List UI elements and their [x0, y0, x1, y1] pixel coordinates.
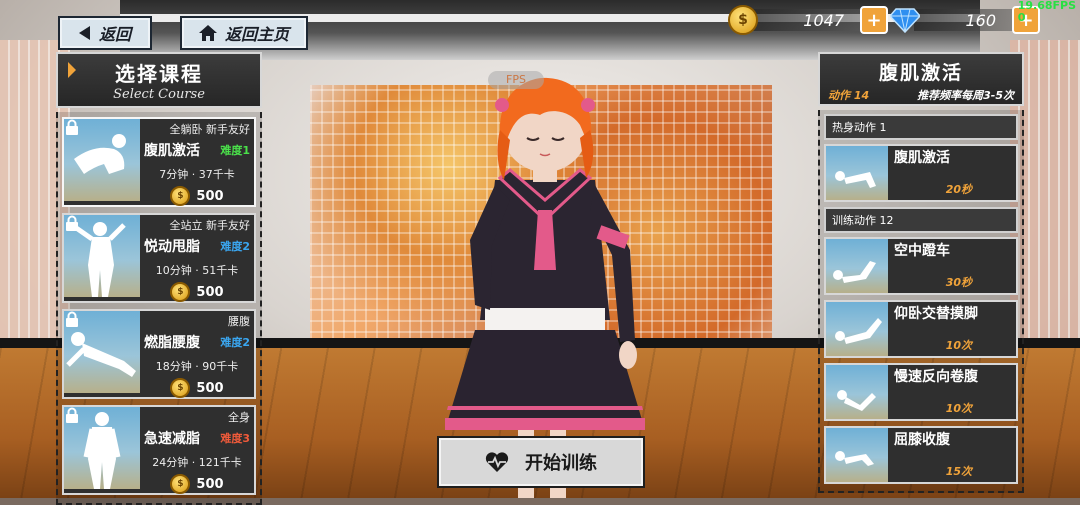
heartbeat-icon — [485, 452, 509, 472]
course-name: 急速减脂 — [144, 431, 200, 447]
action-duration: 10次 — [945, 402, 972, 415]
coin-amount: 1047 — [752, 9, 864, 31]
course-price: 500 — [196, 188, 224, 204]
action-name: 屈膝收腹 — [894, 432, 950, 448]
lock-icon — [66, 215, 78, 231]
action-thumbnail — [826, 428, 888, 482]
action-list[interactable]: 热身动作 1 腹肌激活 20秒 训练动作 12 空中蹬车 30秒 仰卧交替摸脚 10次… — [818, 110, 1024, 493]
gem-amount: 160 — [914, 9, 1016, 31]
action-duration: 30秒 — [945, 276, 972, 289]
action-thumbnail — [826, 239, 888, 293]
course-name: 悦动甩脂 — [144, 239, 200, 255]
lock-icon — [66, 119, 78, 135]
coin-icon: $ — [170, 474, 191, 494]
course-info: 全站立 新手友好 悦动甩脂 难度2 10分钟 · 51千卡 $500 — [140, 215, 254, 302]
fps-count: 0 — [1017, 11, 1026, 24]
course-info: 全身 急速减脂 难度3 24分钟 · 121千卡 $500 — [140, 407, 254, 494]
action-duration: 20秒 — [945, 183, 972, 196]
course-thumbnail — [64, 215, 140, 297]
training-section-label: 训练动作 12 — [824, 207, 1018, 233]
home-button[interactable]: 返回主页 — [180, 16, 308, 50]
lock-icon — [66, 407, 78, 423]
course-card[interactable]: 全身 急速减脂 难度3 24分钟 · 121千卡 $500 — [62, 405, 256, 495]
course-price: 500 — [196, 476, 224, 492]
course-info: 全躺卧 新手友好 腹肌激活 难度1 7分钟 · 37千卡 $500 — [140, 119, 254, 206]
home-icon — [198, 25, 217, 41]
back-label: 返回 — [98, 25, 131, 44]
add-coins-button[interactable]: + — [860, 6, 888, 34]
diamond-icon — [890, 8, 920, 33]
course-meta: 18分钟 · 90千卡 — [155, 360, 239, 373]
course-panel-subtitle: Select Course — [113, 87, 205, 102]
coin-currency: $ 1047 + — [728, 5, 888, 35]
action-thumbnail — [826, 365, 888, 419]
lock-icon — [66, 311, 78, 327]
coin-icon: $ — [170, 378, 191, 398]
header-triangle-icon — [68, 62, 76, 78]
action-name: 腹肌激活 — [894, 150, 950, 166]
start-training-label: 开始训练 — [525, 453, 597, 474]
coin-icon: $ — [170, 186, 191, 206]
anime-character[interactable] — [430, 70, 660, 498]
course-difficulty: 难度2 — [220, 336, 250, 349]
fps-value: 19.68FPS — [1017, 0, 1076, 12]
course-price: 500 — [196, 284, 224, 300]
detail-header: 腹肌激活 动作 14 推荐频率每周3-5次 — [818, 52, 1024, 106]
action-name: 仰卧交替摸脚 — [894, 306, 978, 322]
course-meta: 24分钟 · 121千卡 — [152, 456, 242, 469]
course-card[interactable]: 腰腹 燃脂腰腹 难度2 18分钟 · 90千卡 $500 — [62, 309, 256, 399]
recommended-frequency: 推荐频率每周3-5次 — [917, 89, 1014, 102]
course-price: 500 — [196, 380, 224, 396]
course-thumbnail — [64, 311, 140, 393]
course-meta: 7分钟 · 37千卡 — [159, 168, 235, 181]
course-thumbnail — [64, 119, 140, 201]
action-name: 慢速反向卷腹 — [894, 369, 978, 385]
course-name: 燃脂腰腹 — [144, 335, 200, 351]
course-panel-header: 选择课程 Select Course — [56, 52, 262, 108]
course-difficulty: 难度1 — [220, 144, 250, 157]
course-card[interactable]: 全躺卧 新手友好 腹肌激活 难度1 7分钟 · 37千卡 $500 — [62, 117, 256, 207]
coin-icon: $ — [170, 282, 191, 302]
course-meta: 10分钟 · 51千卡 — [155, 264, 239, 277]
course-difficulty: 难度2 — [220, 240, 250, 253]
coin-icon: $ — [728, 5, 758, 35]
action-duration: 10次 — [945, 339, 972, 352]
action-item[interactable]: 慢速反向卷腹 10次 — [824, 363, 1018, 421]
course-difficulty: 难度3 — [220, 432, 250, 445]
course-tags: 全站立 新手友好 — [169, 219, 251, 232]
action-count: 动作 14 — [828, 89, 870, 102]
action-name: 空中蹬车 — [894, 243, 950, 259]
start-training-button[interactable]: 开始训练 — [437, 436, 645, 488]
action-item[interactable]: 空中蹬车 30秒 — [824, 237, 1018, 295]
action-item[interactable]: 腹肌激活 20秒 — [824, 144, 1018, 202]
course-info: 腰腹 燃脂腰腹 难度2 18分钟 · 90千卡 $500 — [140, 311, 254, 398]
course-tags: 腰腹 — [228, 315, 250, 328]
home-label: 返回主页 — [224, 25, 289, 44]
course-tags: 全身 — [228, 411, 250, 424]
course-card[interactable]: 全站立 新手友好 悦动甩脂 难度2 10分钟 · 51千卡 $500 — [62, 213, 256, 303]
course-panel-title: 选择课程 — [115, 62, 203, 86]
back-button[interactable]: 返回 — [58, 16, 152, 50]
course-name: 腹肌激活 — [144, 143, 200, 159]
action-duration: 15次 — [945, 465, 972, 478]
action-thumbnail — [826, 146, 888, 200]
course-tags: 全躺卧 新手友好 — [169, 123, 251, 136]
back-arrow-icon — [78, 26, 90, 40]
course-thumbnail — [64, 407, 140, 489]
fps-overlay-tag: FPS — [488, 71, 544, 89]
fps-counter: 19.68FPS 0 — [1018, 0, 1076, 24]
action-thumbnail — [826, 302, 888, 356]
course-detail-panel: 腹肌激活 动作 14 推荐频率每周3-5次 热身动作 1 腹肌激活 20秒 训练动作… — [818, 52, 1024, 498]
detail-title: 腹肌激活 — [878, 62, 963, 84]
action-item[interactable]: 仰卧交替摸脚 10次 — [824, 300, 1018, 358]
action-item[interactable]: 屈膝收腹 15次 — [824, 426, 1018, 484]
course-select-panel: 选择课程 Select Course 全躺卧 新手友好 腹肌激活 难度1 7分钟 … — [56, 52, 262, 505]
course-list[interactable]: 全躺卧 新手友好 腹肌激活 难度1 7分钟 · 37千卡 $500 全站立 新手友… — [56, 112, 262, 505]
warmup-section-label: 热身动作 1 — [824, 114, 1018, 140]
